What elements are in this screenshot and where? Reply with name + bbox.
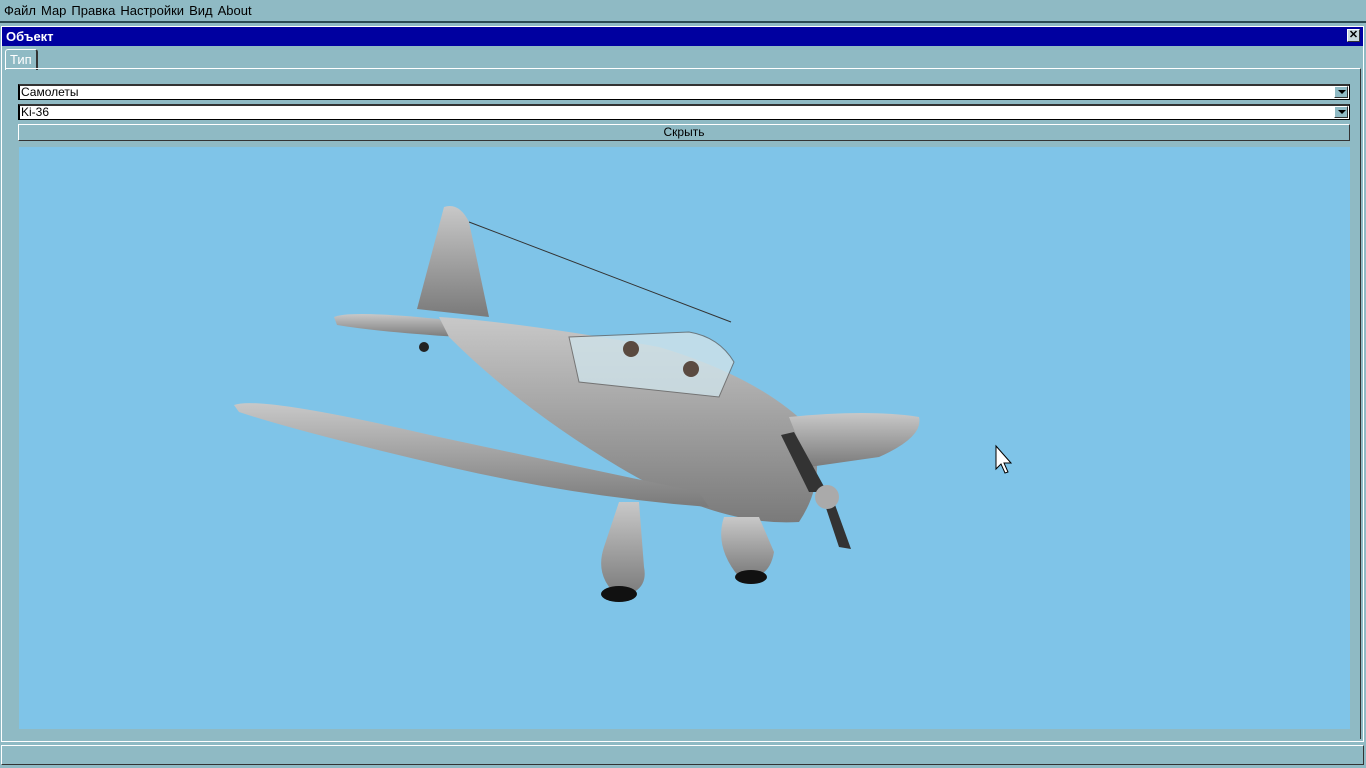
close-icon[interactable]: ✕ bbox=[1347, 29, 1360, 42]
status-bar bbox=[1, 745, 1364, 765]
model-viewport[interactable] bbox=[19, 147, 1350, 729]
tab-panel: Самолеты Ki-36 Скрыть bbox=[5, 68, 1361, 739]
menu-file[interactable]: Файл bbox=[4, 3, 36, 18]
model-select[interactable]: Ki-36 bbox=[18, 104, 1350, 120]
chevron-down-icon[interactable] bbox=[1334, 106, 1348, 118]
menu-about[interactable]: About bbox=[218, 3, 252, 18]
window-titlebar: Объект ✕ bbox=[2, 27, 1363, 46]
tab-type[interactable]: Тип bbox=[5, 49, 38, 70]
category-select-value: Самолеты bbox=[21, 85, 79, 99]
model-select-value: Ki-36 bbox=[21, 105, 50, 119]
menu-bar: Файл Мар Правка Настройки Вид About bbox=[0, 0, 1366, 23]
category-select[interactable]: Самолеты bbox=[18, 84, 1350, 100]
object-window: Объект ✕ Тип Самолеты Ki-36 Скрыть bbox=[1, 26, 1364, 742]
menu-settings[interactable]: Настройки bbox=[120, 3, 184, 18]
aircraft-model bbox=[234, 206, 1013, 602]
hide-button[interactable]: Скрыть bbox=[18, 124, 1350, 141]
menu-map[interactable]: Мар bbox=[41, 3, 66, 18]
chevron-down-icon[interactable] bbox=[1334, 86, 1348, 98]
window-title: Объект bbox=[6, 29, 54, 44]
menu-view[interactable]: Вид bbox=[189, 3, 213, 18]
menu-edit[interactable]: Правка bbox=[71, 3, 115, 18]
